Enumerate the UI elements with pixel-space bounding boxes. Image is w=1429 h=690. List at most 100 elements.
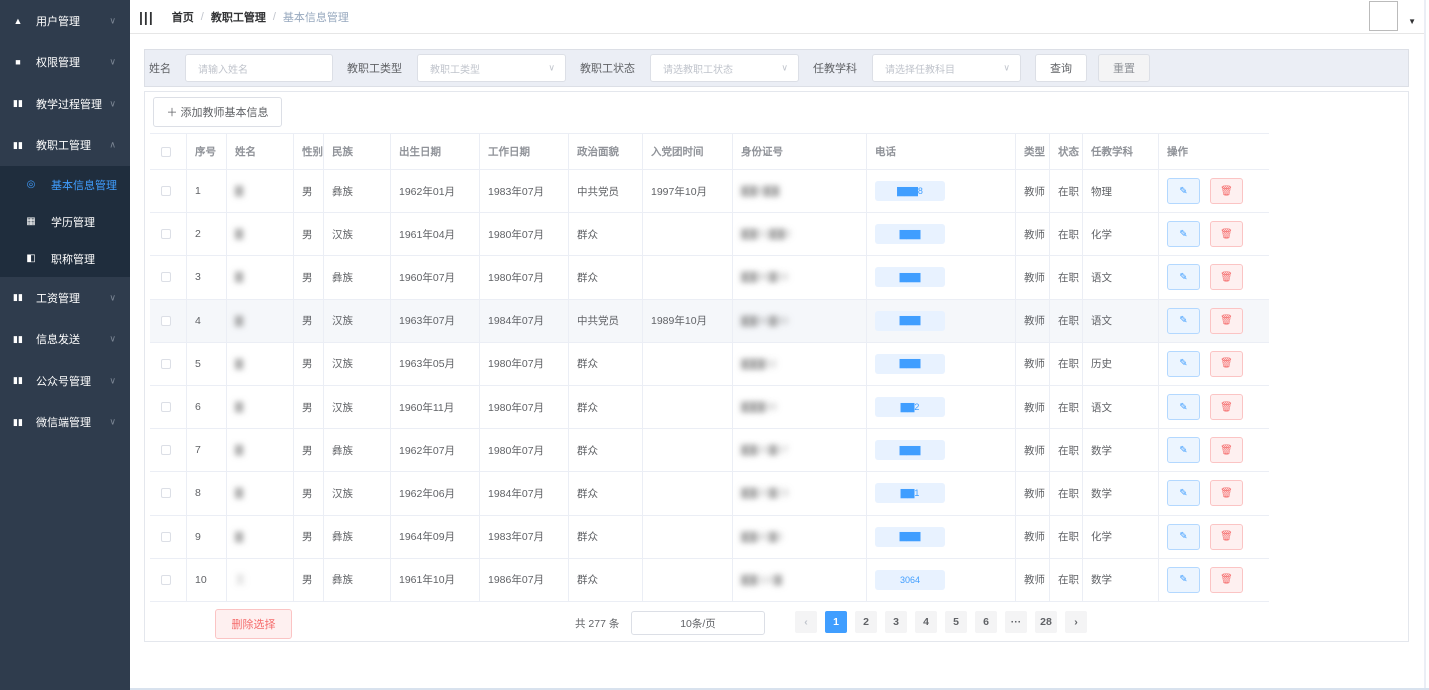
add-teacher-button[interactable]: ＋ 添加教师基本信息 bbox=[153, 97, 282, 127]
delete-icon[interactable]: 🗑 bbox=[1210, 394, 1243, 421]
breadcrumb-home[interactable]: 首页 bbox=[172, 9, 194, 25]
edit-icon[interactable]: ✎ bbox=[1167, 221, 1200, 248]
page-button[interactable]: 6 bbox=[975, 611, 997, 633]
sidebar-menu-item[interactable]: ▲ 用户管理 ∨ bbox=[0, 0, 130, 42]
row-select-cell[interactable] bbox=[150, 429, 187, 472]
sidebar-menu-item[interactable]: ■ 权限管理 ∨ bbox=[0, 42, 130, 84]
row-checkbox[interactable] bbox=[161, 358, 171, 369]
status-select[interactable]: 请选教职工状态 ∨ bbox=[650, 54, 799, 82]
phone-link[interactable]: ▇▇▇ bbox=[875, 267, 945, 288]
delete-icon[interactable]: 🗑 bbox=[1210, 221, 1243, 248]
edit-icon[interactable]: ✎ bbox=[1167, 394, 1200, 421]
page-button[interactable]: 3 bbox=[885, 611, 907, 633]
phone-link[interactable]: ▇▇▇ bbox=[875, 440, 945, 461]
cell-text: ▇ bbox=[235, 401, 244, 414]
row-select-cell[interactable] bbox=[150, 299, 187, 342]
page-button[interactable]: 28 bbox=[1035, 611, 1057, 633]
id-card-icon: ◧ bbox=[26, 253, 36, 264]
phone-link[interactable]: ▇▇▇ bbox=[875, 224, 945, 245]
next-page-button[interactable]: › bbox=[1065, 611, 1087, 633]
caret-down-icon[interactable]: ▼ bbox=[1408, 17, 1416, 26]
edit-icon[interactable]: ✎ bbox=[1167, 307, 1200, 334]
page-button[interactable]: 4 bbox=[915, 611, 937, 633]
type-select[interactable]: 教职工类型 ∨ bbox=[417, 54, 566, 82]
avatar[interactable] bbox=[1369, 1, 1398, 31]
row-checkbox[interactable] bbox=[161, 488, 171, 499]
edit-icon[interactable]: ✎ bbox=[1167, 178, 1200, 205]
pagination: ‹ 1 2 3 4 5 6 ··· 28 › bbox=[795, 611, 1087, 633]
sidebar-menu-item[interactable]: ▮▮ 教职工管理 ∧ bbox=[0, 125, 130, 167]
row-select-cell[interactable] bbox=[150, 256, 187, 299]
row-select-cell[interactable] bbox=[150, 558, 187, 601]
delete-icon[interactable]: 🗑 bbox=[1210, 350, 1243, 377]
select-all-checkbox[interactable] bbox=[161, 146, 171, 157]
edit-icon[interactable]: ✎ bbox=[1167, 480, 1200, 507]
phone-link[interactable]: ▇▇1 bbox=[875, 483, 945, 504]
sidebar-subitem[interactable]: ▦ 学历管理 bbox=[0, 203, 130, 240]
row-select-cell[interactable] bbox=[150, 342, 187, 385]
page-button[interactable]: 1 bbox=[825, 611, 847, 633]
name-input[interactable]: 请输入姓名 bbox=[185, 54, 333, 82]
delete-icon[interactable]: 🗑 bbox=[1210, 178, 1243, 205]
row-select-cell[interactable] bbox=[150, 472, 187, 515]
sidebar-menu-item[interactable]: ▮▮ 公众号管理 ∨ bbox=[0, 360, 130, 402]
prev-page-button[interactable]: ‹ bbox=[795, 611, 817, 633]
edit-icon[interactable]: ✎ bbox=[1167, 350, 1200, 377]
row-select-cell[interactable] bbox=[150, 213, 187, 256]
row-checkbox[interactable] bbox=[161, 445, 171, 456]
sidebar-menu-item[interactable]: ▮▮ 信息发送 ∨ bbox=[0, 319, 130, 361]
page-size-select[interactable]: 10条/页 bbox=[631, 611, 765, 635]
phone-link[interactable]: ▇▇▇8 bbox=[875, 181, 945, 202]
row-checkbox[interactable] bbox=[161, 531, 171, 542]
cell-text: ▇▇▇52 bbox=[741, 357, 777, 370]
sidebar-menu-item[interactable]: ▮▮ 工资管理 ∨ bbox=[0, 277, 130, 319]
edit-icon[interactable]: ✎ bbox=[1167, 566, 1200, 593]
delete-icon[interactable]: 🗑 bbox=[1210, 523, 1243, 550]
phone-link[interactable]: ▇▇▇ bbox=[875, 526, 945, 547]
breadcrumb-staff[interactable]: 教职工管理 bbox=[211, 9, 266, 25]
row-checkbox[interactable] bbox=[161, 186, 171, 197]
query-button[interactable]: 查询 bbox=[1035, 54, 1087, 82]
sidebar-subitem[interactable]: ◧ 职称管理 bbox=[0, 240, 130, 277]
sidebar-subitem[interactable]: ◎ 基本信息管理 bbox=[0, 166, 130, 203]
sidebar-menu-item[interactable]: ▮▮ 微信端管理 ∨ bbox=[0, 402, 130, 444]
row-checkbox[interactable] bbox=[161, 402, 171, 413]
hamburger-icon[interactable]: ||| bbox=[139, 9, 154, 25]
cell-text: 彝族 bbox=[332, 185, 353, 198]
phone-link[interactable]: ▇▇▇ bbox=[875, 310, 945, 331]
row-select-cell[interactable] bbox=[150, 515, 187, 558]
header-cell: 电话 bbox=[867, 134, 1016, 169]
delete-icon[interactable]: 🗑 bbox=[1210, 437, 1243, 464]
cell-political: 中共党员 bbox=[569, 170, 643, 213]
page-button[interactable]: 5 bbox=[945, 611, 967, 633]
cell-id: ▇▇96▇80 bbox=[733, 299, 867, 342]
more-pages-button[interactable]: ··· bbox=[1005, 611, 1027, 633]
cell-text: 教师 bbox=[1024, 228, 1045, 241]
cell-phone: ▇▇▇ bbox=[867, 299, 1016, 342]
delete-icon[interactable]: 🗑 bbox=[1210, 264, 1243, 291]
phone-link[interactable]: ▇▇2 bbox=[875, 397, 945, 418]
delete-icon[interactable]: 🗑 bbox=[1210, 307, 1243, 334]
reset-button[interactable]: 重置 bbox=[1098, 54, 1150, 82]
scrollbar-edge bbox=[1424, 0, 1429, 690]
delete-icon[interactable]: 🗑 bbox=[1210, 480, 1243, 507]
sidebar-menu-item[interactable]: ▮▮ 教学过程管理 ∨ bbox=[0, 83, 130, 125]
edit-icon[interactable]: ✎ bbox=[1167, 523, 1200, 550]
select-all-cell[interactable] bbox=[150, 134, 187, 169]
subject-select[interactable]: 请选择任教科目 ∨ bbox=[872, 54, 1021, 82]
row-checkbox[interactable] bbox=[161, 229, 171, 240]
edit-icon[interactable]: ✎ bbox=[1167, 264, 1200, 291]
name-label: 姓名 bbox=[149, 63, 171, 75]
row-checkbox[interactable] bbox=[161, 272, 171, 283]
phone-link[interactable]: 3064 bbox=[875, 569, 945, 590]
row-checkbox[interactable] bbox=[161, 315, 171, 326]
page-button[interactable]: 2 bbox=[855, 611, 877, 633]
edit-icon[interactable]: ✎ bbox=[1167, 437, 1200, 464]
delete-selected-button[interactable]: 删除选择 bbox=[215, 609, 292, 639]
phone-link[interactable]: ▇▇▇ bbox=[875, 353, 945, 374]
row-select-cell[interactable] bbox=[150, 385, 187, 429]
cell-actions: ✎ 🗑 bbox=[1159, 256, 1255, 298]
row-select-cell[interactable] bbox=[150, 170, 187, 213]
delete-icon[interactable]: 🗑 bbox=[1210, 566, 1243, 593]
row-checkbox[interactable] bbox=[161, 574, 171, 585]
